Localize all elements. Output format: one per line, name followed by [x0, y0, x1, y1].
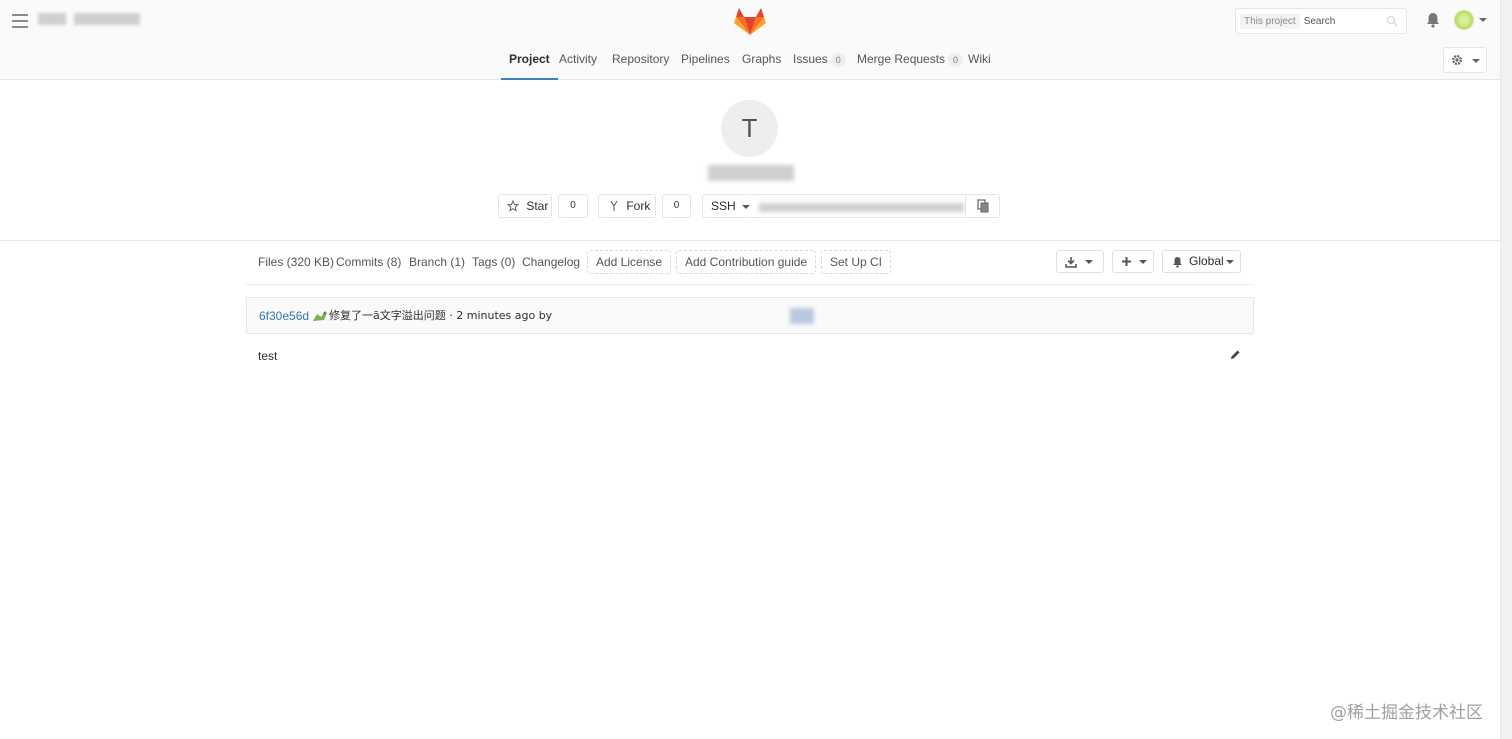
add-new-dropdown[interactable] — [1112, 250, 1154, 273]
pencil-icon[interactable] — [1229, 349, 1241, 361]
merge-requests-count-badge: 0 — [948, 52, 964, 67]
search-input[interactable] — [1303, 15, 1384, 27]
chevron-down-icon — [742, 204, 751, 209]
chevron-down-icon — [1472, 59, 1480, 63]
project-title — [708, 165, 794, 181]
project-breadcrumb[interactable] — [38, 13, 140, 27]
tab-wiki[interactable]: Wiki — [968, 44, 991, 80]
commit-message[interactable]: 修复了一ā文字溢出问题 · 2 minutes ago by — [329, 298, 552, 334]
user-avatar[interactable] — [1454, 10, 1474, 30]
ssh-protocol-dropdown[interactable]: SSH — [702, 194, 752, 218]
tab-project[interactable]: Project — [501, 44, 558, 80]
top-header: This project Project Activity Repository… — [0, 0, 1500, 80]
tab-activity[interactable]: Activity — [559, 44, 597, 80]
section-divider — [0, 240, 1500, 241]
bell-icon — [1173, 257, 1182, 268]
subnav-divider — [246, 284, 1254, 285]
crocodile-emoji-icon — [313, 311, 327, 321]
setup-ci-button[interactable]: Set Up CI — [821, 250, 892, 274]
watermark: @稀土掘金技术社区 — [1330, 703, 1483, 723]
star-count[interactable]: 0 — [558, 194, 588, 218]
project-nav: Project Activity Repository Pipelines Gr… — [0, 44, 1500, 80]
tab-repository[interactable]: Repository — [612, 44, 669, 80]
fork-button[interactable]: Fork — [598, 194, 656, 218]
add-contribution-guide-button[interactable]: Add Contribution guide — [676, 250, 817, 274]
chevron-down-icon — [1085, 260, 1093, 264]
add-license-button[interactable]: Add License — [587, 250, 672, 274]
download-icon — [1065, 257, 1077, 268]
plus-icon — [1122, 257, 1131, 266]
tab-merge-requests[interactable]: Merge Requests 0 — [857, 44, 964, 80]
chevron-down-icon — [1139, 260, 1147, 264]
readme-content: test — [258, 349, 278, 363]
search-icon — [1386, 15, 1398, 27]
tab-graphs[interactable]: Graphs — [742, 44, 781, 80]
bell-icon[interactable] — [1424, 11, 1442, 29]
commit-author-avatar[interactable] — [790, 308, 814, 324]
files-link[interactable]: Files (320 KB) — [258, 255, 334, 269]
search-box[interactable]: This project — [1235, 8, 1407, 34]
chevron-down-icon — [1226, 260, 1234, 264]
tab-issues[interactable]: Issues 0 — [793, 44, 846, 80]
menu-icon[interactable] — [12, 14, 28, 28]
project-settings-button[interactable] — [1443, 47, 1487, 73]
last-commit-bar: 6f30e56d 修复了一ā文字溢出问题 · 2 minutes ago by — [246, 297, 1254, 334]
fork-count[interactable]: 0 — [662, 194, 691, 218]
chevron-down-icon[interactable] — [1479, 18, 1487, 22]
commit-sha-link[interactable]: 6f30e56d — [259, 298, 309, 334]
project-avatar: T — [721, 100, 778, 157]
tags-link[interactable]: Tags (0) — [472, 255, 515, 269]
fork-icon — [610, 200, 618, 211]
gitlab-logo-icon[interactable] — [734, 6, 766, 36]
changelog-link[interactable]: Changelog — [522, 255, 580, 269]
copy-url-button[interactable] — [965, 194, 1000, 218]
scrollbar[interactable] — [1500, 0, 1512, 739]
clipboard-icon — [977, 199, 989, 213]
clone-url-field[interactable] — [751, 194, 973, 218]
star-button[interactable]: Star — [498, 194, 552, 218]
commits-link[interactable]: Commits (8) — [336, 255, 401, 269]
download-dropdown[interactable] — [1056, 250, 1104, 273]
gear-icon — [1452, 55, 1462, 65]
branch-link[interactable]: Branch (1) — [409, 255, 465, 269]
tab-pipelines[interactable]: Pipelines — [681, 44, 730, 80]
issues-count-badge: 0 — [830, 52, 846, 67]
notification-level-dropdown[interactable]: Global — [1162, 250, 1241, 273]
star-icon — [506, 199, 520, 212]
search-scope-label: This project — [1240, 13, 1300, 29]
